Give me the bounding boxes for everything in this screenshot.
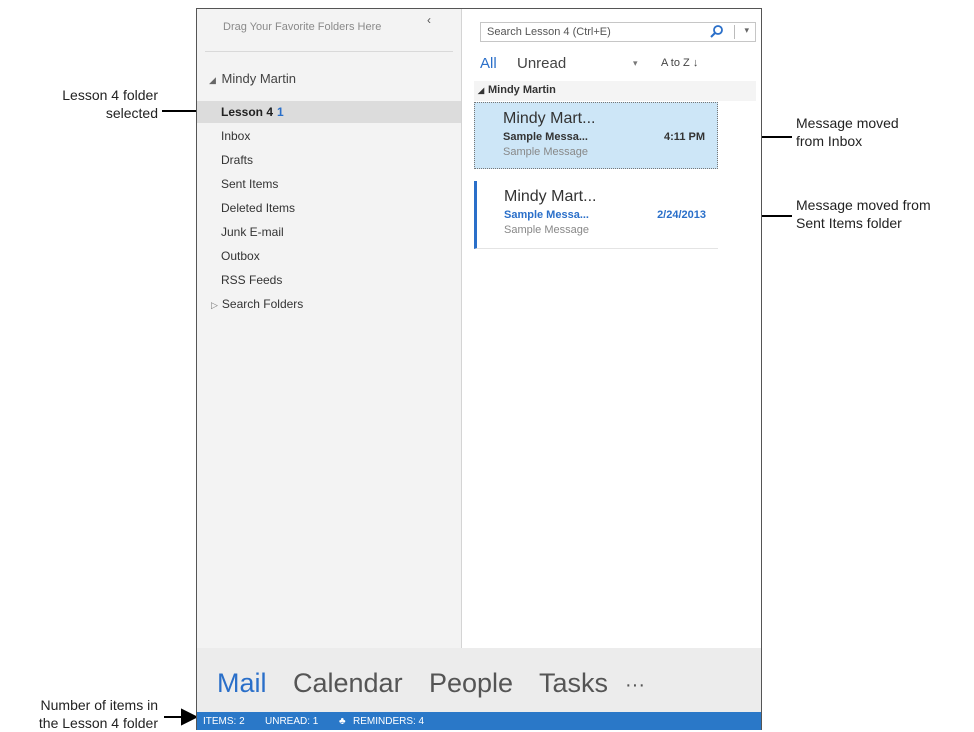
folder-label: Search Folders [221, 297, 304, 311]
folder-lesson-4[interactable]: Lesson 41 [197, 101, 461, 123]
folder-drafts[interactable]: Drafts [197, 149, 461, 171]
bell-icon: ♣ [339, 716, 346, 727]
divider [734, 25, 735, 39]
callout-text: selected [105, 105, 158, 121]
callout-text: the Lesson 4 folder [38, 715, 158, 731]
folder-outbox[interactable]: Outbox [197, 245, 461, 267]
search-placeholder: Search Lesson 4 (Ctrl+E) [487, 26, 611, 38]
folder-label: RSS Feeds [221, 273, 283, 287]
outlook-window: Drag Your Favorite Folders Here ‹ ◢ Mind… [196, 8, 762, 730]
callout-text: Message moved from [796, 197, 931, 213]
message-sender: Mindy Mart... [503, 110, 596, 127]
callout-moved-sent: Message moved from Sent Items folder [796, 196, 972, 232]
favorites-hint: Drag Your Favorite Folders Here [223, 21, 382, 33]
message-item-unread[interactable]: Mindy Mart... Sample Messa... Sample Mes… [474, 181, 718, 249]
folder-label: Sent Items [221, 177, 279, 191]
sort-button[interactable]: A to Z ↓ [661, 57, 698, 69]
folder-label: Outbox [221, 249, 260, 263]
unread-count: 1 [277, 105, 284, 119]
folder-label: Junk E-mail [221, 225, 284, 239]
group-label: Mindy Martin [488, 84, 556, 96]
message-preview: Sample Message [504, 224, 589, 236]
folder-junk-email[interactable]: Junk E-mail [197, 221, 461, 243]
folder-sent-items[interactable]: Sent Items [197, 173, 461, 195]
conversation-group-header[interactable]: ◢ Mindy Martin [474, 81, 756, 101]
status-bar: ITEMS: 2 UNREAD: 1 ♣ REMINDERS: 4 [197, 712, 761, 730]
filter-unread[interactable]: Unread [517, 55, 566, 72]
account-name: Mindy Martin [221, 71, 296, 86]
callout-lesson-folder: Lesson 4 folder selected [20, 86, 158, 122]
folder-label: Deleted Items [221, 201, 296, 215]
callout-moved-inbox: Message moved from Inbox [796, 114, 966, 150]
callout-text: from Inbox [796, 133, 863, 149]
status-unread: UNREAD: 1 [265, 716, 319, 727]
callout-text: Lesson 4 folder [62, 87, 158, 103]
nav-people[interactable]: People [429, 668, 513, 699]
folder-deleted-items[interactable]: Deleted Items [197, 197, 461, 219]
chevron-down-icon[interactable]: ▾ [633, 58, 638, 69]
callout-text: Number of items in [40, 697, 158, 713]
collapse-triangle-icon: ◢ [209, 75, 216, 85]
folder-rss-feeds[interactable]: RSS Feeds [197, 269, 461, 291]
nav-tasks[interactable]: Tasks [539, 668, 608, 699]
folder-label: Inbox [221, 129, 251, 143]
folder-search-folders[interactable]: ▷ Search Folders [197, 293, 461, 315]
search-icon[interactable] [709, 24, 725, 40]
status-items: ITEMS: 2 [203, 716, 245, 727]
status-reminders[interactable]: REMINDERS: 4 [353, 716, 424, 727]
arrow-head [181, 708, 199, 726]
message-date: 2/24/2013 [657, 209, 706, 221]
nav-mail[interactable]: Mail [217, 668, 267, 699]
callout-item-count: Number of items in the Lesson 4 folder [4, 696, 158, 732]
collapse-triangle-icon: ◢ [478, 86, 485, 95]
account-header[interactable]: ◢ Mindy Martin [209, 71, 296, 86]
folder-label: Lesson 4 [221, 105, 274, 119]
sort-arrow-icon: ↓ [692, 57, 699, 69]
folder-pane: Drag Your Favorite Folders Here ‹ ◢ Mind… [197, 9, 462, 648]
message-preview: Sample Message [503, 146, 588, 158]
expand-triangle-icon: ▷ [211, 300, 218, 310]
message-time: 4:11 PM [664, 131, 705, 143]
nav-calendar[interactable]: Calendar [293, 668, 403, 699]
callout-text: Sent Items folder [796, 215, 902, 231]
filter-all[interactable]: All [480, 55, 497, 72]
search-input[interactable]: Search Lesson 4 (Ctrl+E) ▾ [480, 22, 756, 42]
message-subject: Sample Messa... [503, 131, 588, 143]
navigation-bar: Mail Calendar People Tasks ··· [197, 648, 761, 712]
message-subject: Sample Messa... [504, 209, 589, 221]
folder-label: Drafts [221, 153, 254, 167]
callout-text: Message moved [796, 115, 899, 131]
message-sender: Mindy Mart... [504, 188, 597, 205]
sort-label: A to Z [661, 57, 690, 69]
more-icon[interactable]: ··· [625, 674, 645, 697]
chevron-down-icon[interactable]: ▾ [744, 25, 749, 36]
divider [205, 51, 453, 52]
folder-inbox[interactable]: Inbox [197, 125, 461, 147]
message-item-selected[interactable]: Mindy Mart... Sample Messa... Sample Mes… [474, 102, 718, 169]
chevron-left-icon[interactable]: ‹ [427, 13, 431, 27]
